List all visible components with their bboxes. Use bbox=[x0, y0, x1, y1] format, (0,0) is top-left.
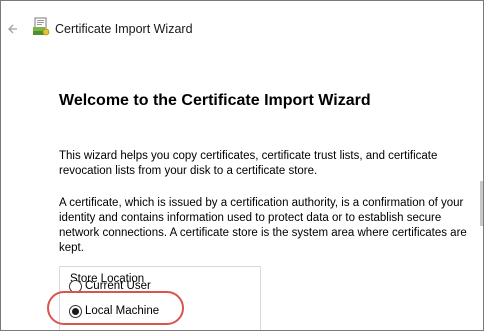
description-paragraph: A certificate, which is issued by a cert… bbox=[59, 197, 467, 254]
title-bar: Certificate Import Wizard bbox=[1, 1, 483, 49]
window-title: Certificate Import Wizard bbox=[55, 22, 193, 36]
radio-button-unchecked[interactable] bbox=[69, 279, 82, 293]
arrow-left-icon[interactable] bbox=[5, 21, 21, 37]
radio-current-user[interactable]: Current User bbox=[69, 278, 151, 294]
scrollbar-edge[interactable] bbox=[480, 181, 483, 226]
wizard-window: Certificate Import Wizard Welcome to the… bbox=[0, 0, 484, 331]
radio-button-checked[interactable] bbox=[69, 304, 82, 318]
radio-label-local-machine: Local Machine bbox=[85, 305, 160, 317]
page-title: Welcome to the Certificate Import Wizard bbox=[59, 92, 371, 109]
store-location-group: Store Location bbox=[59, 266, 261, 330]
intro-paragraph: This wizard helps you copy certificates,… bbox=[59, 150, 438, 177]
radio-label-current-user: Current User bbox=[85, 280, 151, 292]
certificate-icon bbox=[33, 17, 50, 36]
radio-local-machine[interactable]: Local Machine bbox=[69, 303, 159, 319]
